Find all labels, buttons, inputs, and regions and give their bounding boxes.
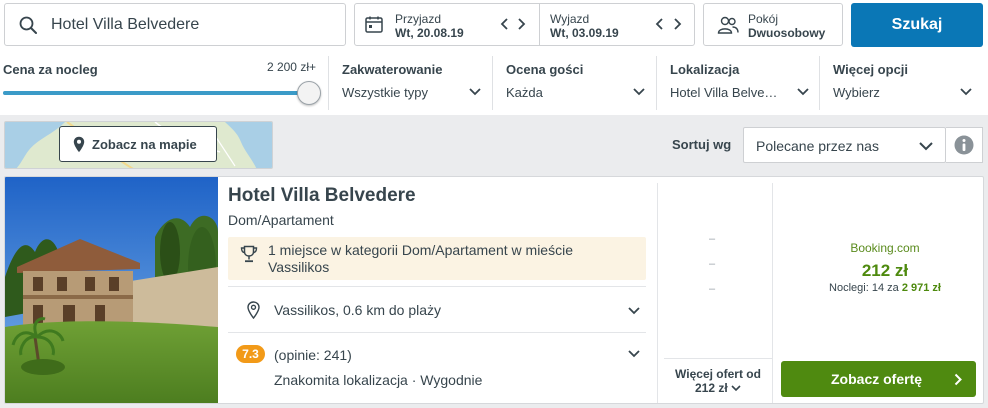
more-offers-price: 212 zł (694, 381, 728, 395)
chevron-down-icon (919, 142, 933, 151)
more-offers-price-wrap: 212 zł (664, 381, 772, 395)
people-icon (717, 16, 739, 34)
chevron-down-icon (797, 88, 809, 96)
sort-info-button[interactable] (946, 127, 983, 163)
checkin-value: Wt, 20.08.19 (395, 26, 464, 40)
chevron-right-icon (954, 373, 962, 386)
date-picker: Przyjazd Wt, 20.08.19 Wyjazd Wt, 03.09.1… (354, 3, 695, 46)
rating-filter-value: Każda (506, 85, 543, 100)
show-on-map-button[interactable]: Zobacz na mapie (59, 126, 217, 162)
hotel-photo[interactable] (5, 177, 218, 403)
location-filter-title: Lokalizacja (670, 62, 740, 77)
offer-placeholder: – (709, 233, 716, 245)
location-text: Vassilikos, 0.6 km do plaży (274, 302, 442, 318)
price-filter-title: Cena za nocleg (3, 62, 98, 77)
checkin-label: Przyjazd (395, 12, 442, 26)
location-row[interactable]: Vassilikos, 0.6 km do plaży (228, 286, 646, 333)
review-count: (opinie: 241) (274, 347, 352, 363)
price-slider-track[interactable] (3, 91, 309, 95)
checkout-value: Wt, 03.09.19 (550, 26, 619, 40)
price-filter-max: 2 200 zł+ (266, 60, 316, 74)
rating-badge: 7.3 (236, 345, 265, 363)
award-banner: 1 miejsce w kategorii Dom/Apartament w m… (228, 237, 646, 280)
hotel-result-card: Hotel Villa Belvedere Dom/Apartament 1 m… (4, 176, 984, 404)
rating-row[interactable]: 7.3 (opinie: 241) Znakomita lokalizacja … (228, 334, 646, 394)
room-selector[interactable]: Pokój Dwuosobowy (703, 3, 843, 46)
hotel-name-link[interactable]: Hotel Villa Belvedere (228, 185, 416, 207)
accommodation-filter-value: Wszystkie typy (342, 85, 428, 100)
more-options-filter[interactable]: Więcej opcji Wybierz (819, 56, 984, 110)
chevron-down-icon (960, 88, 972, 96)
view-deal-button[interactable]: Zobacz ofertę (781, 361, 976, 397)
trophy-icon (240, 245, 258, 263)
top-search-panel: Przyjazd Wt, 20.08.19 Wyjazd Wt, 03.09.1… (0, 0, 988, 115)
offer-placeholder: – (709, 283, 716, 295)
rating-filter[interactable]: Ocena gości Każda (492, 56, 656, 110)
column-divider (772, 183, 773, 403)
hotel-type: Dom/Apartament (228, 212, 334, 228)
search-icon (19, 16, 37, 34)
accommodation-filter-title: Zakwaterowanie (342, 62, 443, 77)
chevron-down-icon (628, 350, 640, 358)
sort-label: Sortuj wg (672, 137, 732, 152)
show-on-map-label: Zobacz na mapie (92, 136, 197, 152)
checkout-next-icon[interactable] (669, 16, 685, 32)
checkout-date[interactable]: Wyjazd Wt, 03.09.19 (539, 4, 694, 45)
rating-filter-title: Ocena gości (506, 62, 584, 77)
checkin-next-icon[interactable] (513, 16, 529, 32)
price-filter: Cena za nocleg 2 200 zł+ (0, 56, 326, 110)
view-deal-label: Zobacz ofertę (831, 371, 923, 387)
chevron-down-icon (469, 88, 481, 96)
offer-placeholder: – (709, 258, 716, 270)
location-pin-icon (247, 301, 260, 319)
chevron-down-icon (731, 385, 741, 392)
chevron-down-icon (633, 88, 645, 96)
hotel-photo-image (5, 177, 218, 403)
more-options-value: Wybierz (833, 85, 880, 100)
nights-total: 2 971 zł (901, 282, 941, 294)
more-options-title: Więcej opcji (833, 62, 909, 77)
nights-summary: Noclegi: 14 za 2 971 zł (785, 282, 983, 294)
price-slider-handle[interactable] (297, 81, 321, 105)
nights-prefix: Noclegi: 14 za (829, 282, 899, 294)
search-input[interactable] (51, 10, 331, 40)
more-offers-link[interactable]: Więcej ofert od 212 zł (664, 358, 772, 402)
price-slider-fill (3, 91, 309, 95)
location-filter[interactable]: Lokalizacja Hotel Villa Belve… (656, 56, 819, 110)
partner-name: Booking.com (850, 241, 920, 255)
checkout-label: Wyjazd (550, 12, 590, 26)
rooms-value: Dwuosobowy (748, 26, 826, 40)
checkin-prev-icon[interactable] (497, 16, 513, 32)
more-offers-label: Więcej ofert od (675, 367, 761, 381)
column-divider (657, 183, 658, 403)
rooms-label: Pokój (748, 12, 779, 26)
sort-dropdown[interactable]: Polecane przez nas (743, 127, 946, 163)
checkout-prev-icon[interactable] (652, 16, 668, 32)
info-icon (954, 135, 974, 155)
map-pin-icon (73, 136, 85, 152)
location-filter-value: Hotel Villa Belve… (670, 85, 778, 100)
award-text: 1 miejsce w kategorii Dom/Apartament w m… (268, 242, 573, 275)
accommodation-filter[interactable]: Zakwaterowanie Wszystkie typy (328, 56, 492, 110)
calendar-icon (365, 16, 383, 33)
chevron-down-icon (628, 307, 640, 315)
rating-highlights: Znakomita lokalizacja · Wygodnie (274, 372, 483, 388)
checkin-date[interactable]: Przyjazd Wt, 20.08.19 (355, 4, 539, 45)
deal-price: 212 zł (861, 261, 909, 280)
sort-value: Polecane przez nas (756, 138, 879, 154)
search-button[interactable]: Szukaj (851, 3, 983, 47)
search-field[interactable] (4, 3, 346, 46)
